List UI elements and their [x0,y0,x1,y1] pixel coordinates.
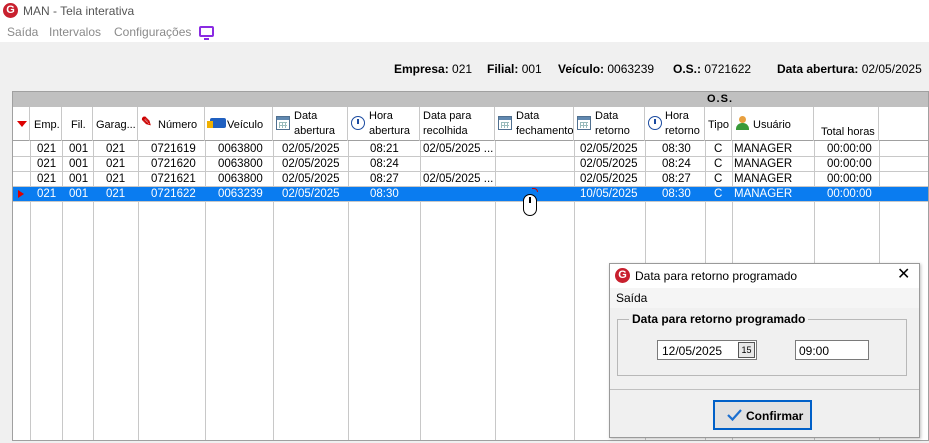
table-row-selected[interactable]: 021 001 021 0721622 0063239 02/05/2025 0… [13,187,928,202]
title-bar: G MAN - Tela interativa [0,0,929,22]
table-row[interactable]: 021 001 021 0721620 0063800 02/05/2025 0… [13,157,928,172]
menu-bar: Saída Intervalos Configurações [0,22,929,42]
sort-arrow-icon [17,121,27,127]
confirm-button[interactable]: Confirmar [713,400,812,430]
header-data-recolhida[interactable]: Data para recolhida [420,107,495,141]
group-header: O.S. [13,92,928,107]
calendar-icon[interactable]: 15 [738,342,755,358]
dialog-divider [610,389,919,390]
dialog-menu-saida[interactable]: Saída [616,291,647,305]
monitor-icon[interactable] [199,26,214,40]
dialog-title-bar: G Data para retorno programado ✕ [610,264,919,288]
retorno-dialog: G Data para retorno programado ✕ Saída D… [609,263,920,438]
header-emp[interactable]: Emp. [30,107,62,141]
window-title: MAN - Tela interativa [23,4,135,18]
header-veiculo[interactable]: Veículo [205,107,273,141]
info-empresa: Empresa: 021 [394,62,473,76]
app-logo-icon: G [3,3,18,18]
header-usuario[interactable]: Usuário [732,107,814,141]
info-filial: Filial: 001 [487,62,542,76]
time-field[interactable]: 09:00 [795,340,869,360]
info-veiculo: Veículo: 0063239 [558,62,655,76]
clock-icon [648,116,662,130]
calendar-icon [276,116,290,130]
mouse-cursor-icon [523,188,538,218]
header-fil[interactable]: Fil. [62,107,93,141]
close-icon[interactable]: ✕ [897,267,910,283]
retorno-fieldset: Data para retorno programado 12/05/2025 … [617,312,907,376]
header-hora-retorno[interactable]: Hora retorno [645,107,705,141]
header-total-horas[interactable]: Total horas [814,107,879,141]
header-data-fechamento[interactable]: Data fechamento [495,107,574,141]
header-garag[interactable]: Garag... [93,107,138,141]
info-bar: Empresa: 021 Filial: 001 Veículo: 006323… [0,55,929,81]
header-tipo[interactable]: Tipo [705,107,732,141]
table-row[interactable]: 021 001 021 0721619 0063800 02/05/2025 0… [13,142,928,157]
header-indicator[interactable] [13,107,30,141]
table-row[interactable]: 021 001 021 0721621 0063800 02/05/2025 0… [13,172,928,187]
info-data-abertura: Data abertura: 02/05/2025 [777,62,922,76]
header-numero[interactable]: ✎ Número [138,107,205,141]
grid-header: Emp. Fil. Garag... ✎ Número Veículo Data a… [13,107,928,141]
group-label-os: O.S. [707,93,734,105]
info-os: O.S.: 0721622 [673,62,752,76]
check-icon [727,409,742,422]
menu-intervalos[interactable]: Intervalos [49,25,101,39]
dialog-title: Data para retorno programado [635,269,798,283]
date-field[interactable]: 12/05/2025 15 [657,340,757,360]
header-hora-abertura[interactable]: Hora abertura [348,107,420,141]
clock-icon [351,116,365,130]
fieldset-legend: Data para retorno programado [629,312,809,326]
calendar-icon [498,116,512,130]
menu-saida[interactable]: Saída [7,25,38,39]
menu-configuracoes[interactable]: Configurações [114,25,191,39]
app-logo-icon: G [615,268,630,283]
dialog-menu-bar: Saída [610,288,919,308]
header-data-retorno[interactable]: Data retorno [574,107,645,141]
user-icon [736,116,749,130]
current-row-arrow-icon [18,190,24,198]
calendar-icon [577,116,591,130]
header-data-abertura[interactable]: Data abertura [273,107,348,141]
numero-icon: ✎ [141,114,152,129]
truck-icon [207,118,226,128]
